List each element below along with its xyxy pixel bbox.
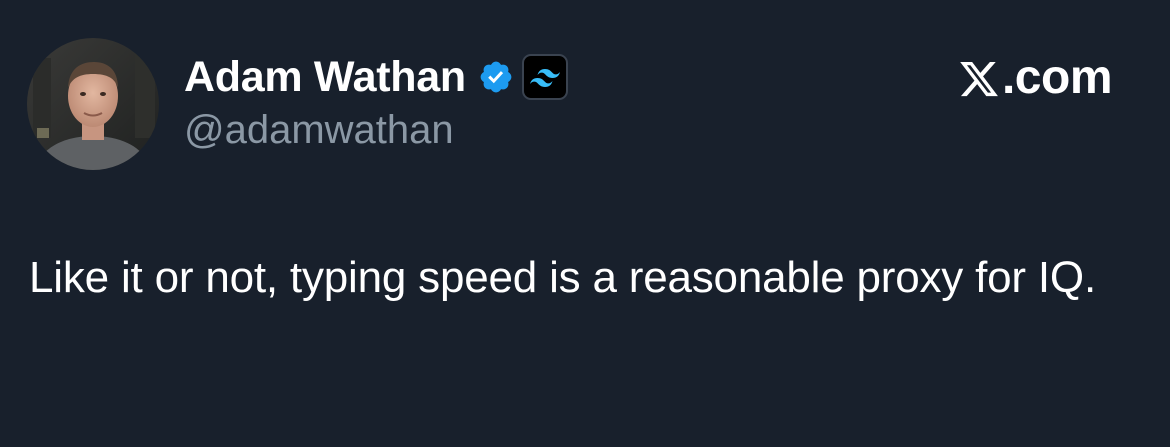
avatar[interactable] — [27, 38, 159, 170]
name-row: Adam Wathan — [184, 48, 568, 106]
tailwind-logo-icon[interactable] — [521, 54, 568, 100]
display-name[interactable]: Adam Wathan — [184, 53, 466, 102]
brand-label: .com — [958, 50, 1113, 105]
user-handle[interactable]: @adamwathan — [184, 108, 568, 153]
tweet-text: Like it or not, typing speed is a reason… — [29, 253, 1096, 302]
verified-badge-icon[interactable] — [478, 59, 514, 95]
profile-photo — [27, 38, 159, 170]
brand-domain-text: .com — [1001, 51, 1113, 104]
tweet-card: Adam Wathan @adamwathan .com Like it or … — [0, 0, 1170, 447]
author-block: Adam Wathan @adamwathan — [184, 48, 568, 153]
x-logo-icon — [958, 57, 1000, 99]
